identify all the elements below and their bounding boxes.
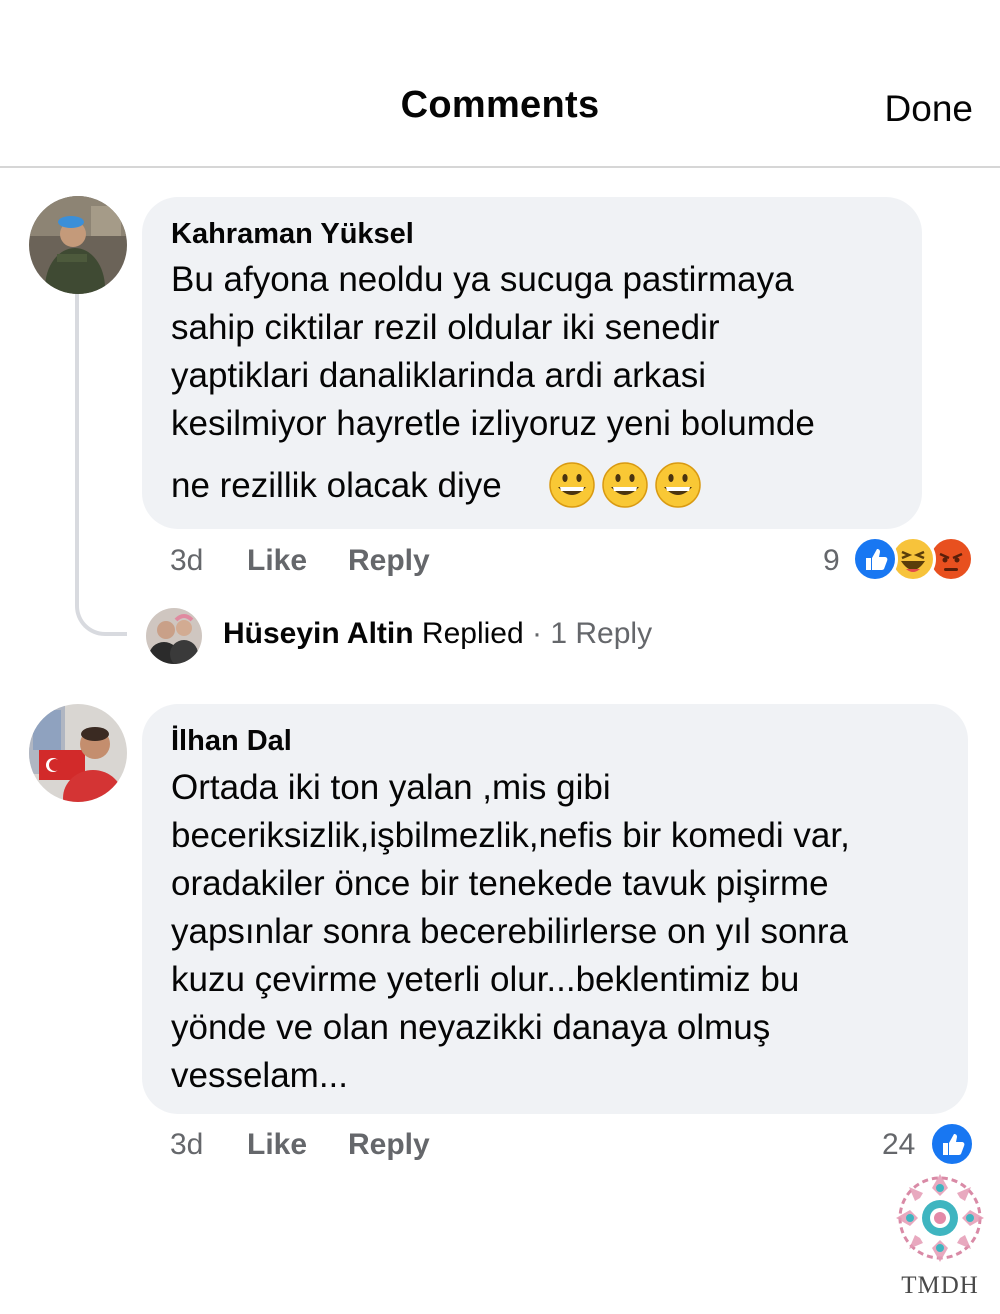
reply-separator: · — [532, 617, 542, 650]
reply-avatar[interactable] — [146, 608, 202, 664]
comment-timestamp: 3d — [170, 544, 204, 577]
comment-text-line: sahip ciktilar rezil oldular iki senedir — [171, 308, 720, 347]
reply-author[interactable]: Hüseyin Altin — [223, 617, 414, 650]
reaction-count[interactable]: 24 — [882, 1128, 915, 1162]
thread-connector — [75, 290, 127, 636]
done-button[interactable]: Done — [885, 88, 973, 130]
like-reaction-icon[interactable] — [929, 1121, 975, 1167]
reply-summary[interactable]: Hüseyin Altin Replied · 1 Reply — [223, 617, 652, 651]
reply-button[interactable]: Reply — [348, 1128, 430, 1162]
comment-text-line: kesilmiyor hayretle izliyoruz yeni bolum… — [171, 404, 815, 443]
comment-text-line: yaptiklari danaliklarinda ardi arkasi — [171, 356, 706, 395]
comment-text-line: ne rezillik olacak diye — [171, 466, 502, 505]
reaction-count[interactable]: 9 — [823, 544, 840, 578]
comment-text-line: vesselam... — [171, 1056, 348, 1095]
comment-author[interactable]: İlhan Dal — [171, 725, 292, 758]
comment-text-line: Bu afyona neoldu ya sucuga pastirmaya — [171, 260, 794, 299]
reply-button[interactable]: Reply — [348, 544, 430, 578]
comments-header: Comments Done — [0, 0, 1000, 168]
ornament-logo-icon — [896, 1174, 984, 1262]
comment-text-line: oradakiler önce bir tenekede tavuk pişir… — [171, 864, 829, 903]
like-reaction-icon[interactable] — [852, 536, 898, 582]
reply-action: Replied — [421, 617, 524, 650]
watermark: TMDH — [886, 1170, 994, 1310]
comment-text-line: kuzu çevirme yeterli olur...beklentimiz … — [171, 960, 800, 999]
comment-timestamp: 3d — [170, 1128, 204, 1161]
watermark-text: TMDH — [901, 1272, 979, 1299]
avatar[interactable] — [29, 196, 127, 294]
like-button[interactable]: Like — [247, 1128, 307, 1162]
comment-text-line: beceriksizlik,işbilmezlik,nefis bir kome… — [171, 816, 850, 855]
grinning-emoji-icon — [549, 462, 701, 508]
comment-text-line: yönde ve olan neyazikki danaya olmuş — [171, 1008, 771, 1047]
avatar[interactable] — [29, 704, 127, 802]
like-button[interactable]: Like — [247, 544, 307, 578]
comment-author[interactable]: Kahraman Yüksel — [171, 218, 414, 251]
comment-text-line: yapsınlar sonra becerebilirlerse on yıl … — [171, 912, 848, 951]
reply-count[interactable]: 1 Reply — [550, 617, 652, 650]
page-title: Comments — [400, 84, 600, 126]
comment-text-line: Ortada iki ton yalan ,mis gibi — [171, 768, 611, 807]
